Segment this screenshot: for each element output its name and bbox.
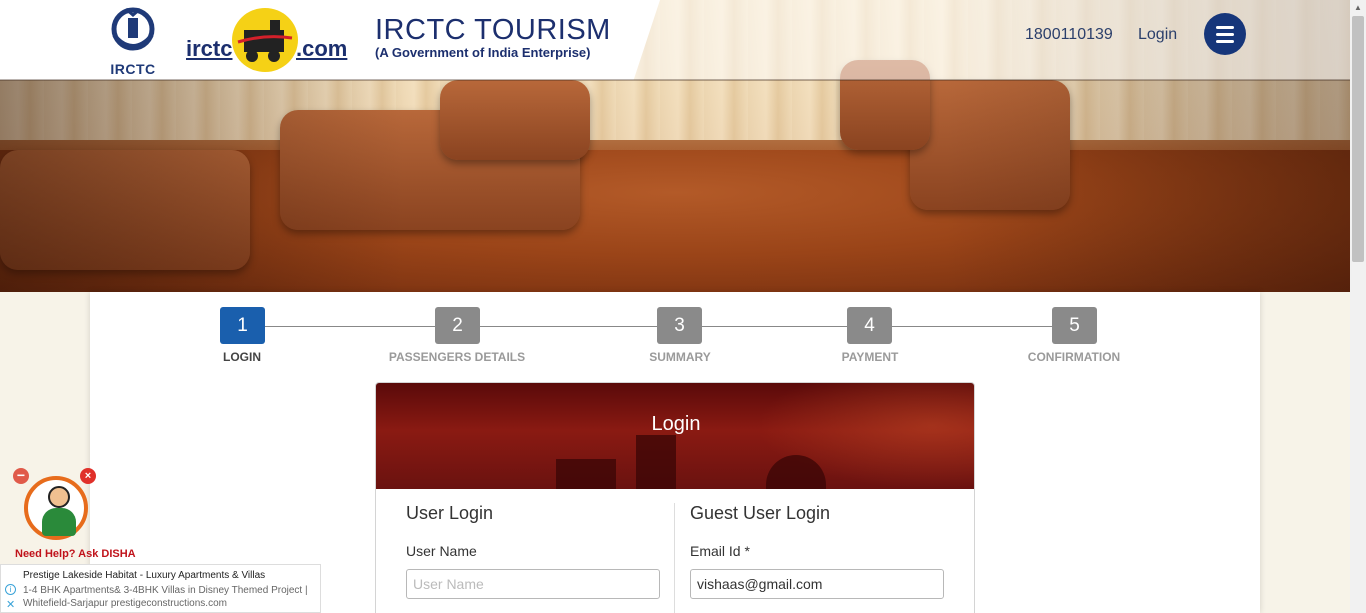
- disha-body-icon: [42, 508, 76, 536]
- fort-silhouette: [556, 459, 616, 489]
- ad-close-icon[interactable]: ✕: [6, 598, 15, 611]
- login-column-divider: [674, 503, 675, 613]
- irctc-logo[interactable]: IRCTC: [104, 5, 162, 77]
- disha-caption[interactable]: Need Help? Ask DISHA: [15, 548, 136, 560]
- tourism-logo-left: irctc: [186, 36, 233, 61]
- hamburger-menu-icon[interactable]: [1204, 13, 1246, 55]
- disha-minimize-icon[interactable]: −: [13, 468, 29, 484]
- ad-info-icon[interactable]: i: [5, 584, 16, 595]
- site-header: IRCTC irctc .com IRCTC TOURISM (A Govern…: [0, 0, 1350, 81]
- menu-bar: [1216, 26, 1234, 29]
- step-1-login: 1: [220, 307, 265, 344]
- username-input[interactable]: [406, 569, 660, 599]
- step-label-login: LOGIN: [223, 350, 261, 364]
- login-card-header: Login: [376, 383, 974, 489]
- step-5-confirmation: 5: [1052, 307, 1097, 344]
- step-4-payment: 4: [847, 307, 892, 344]
- ad-description-line2: Whitefield-Sarjapur prestigeconstruction…: [23, 598, 227, 609]
- disha-close-icon[interactable]: ×: [80, 468, 96, 484]
- disha-chat-widget[interactable]: − × Need Help? Ask DISHA: [10, 466, 140, 562]
- ad-description-line1: 1-4 BHK Apartments& 3-4BHK Villas in Dis…: [23, 585, 308, 596]
- header-divider: [0, 79, 1350, 81]
- header-login-link[interactable]: Login: [1138, 26, 1177, 44]
- ad-title[interactable]: Prestige Lakeside Habitat - Luxury Apart…: [23, 570, 265, 581]
- disha-avatar[interactable]: [24, 476, 88, 540]
- irctc-logo-text: IRCTC: [110, 61, 156, 77]
- step-label-summary: SUMMARY: [649, 350, 711, 364]
- guest-email-input[interactable]: [690, 569, 944, 599]
- train-logo-icon: [232, 8, 298, 72]
- login-card-title: Login: [651, 413, 701, 435]
- disha-face-icon: [48, 486, 70, 508]
- login-card: Login User Login User Name Guest User Lo…: [375, 382, 975, 613]
- advertisement-banner[interactable]: i ✕ Prestige Lakeside Habitat - Luxury A…: [0, 564, 321, 613]
- tourism-logo-right: .com: [296, 36, 348, 61]
- email-label: Email Id *: [690, 543, 750, 559]
- irctc-tourism-logo[interactable]: irctc .com: [186, 8, 356, 74]
- step-label-passengers: PASSENGERS DETAILS: [388, 350, 526, 364]
- scroll-up-arrow-icon[interactable]: ▲: [1350, 0, 1366, 16]
- step-label-confirmation: CONFIRMATION: [1027, 350, 1121, 364]
- brand-title-block: IRCTC TOURISM (A Government of India Ent…: [375, 14, 611, 60]
- menu-bar: [1216, 33, 1234, 36]
- step-label-payment: PAYMENT: [841, 350, 899, 364]
- step-3-summary: 3: [657, 307, 702, 344]
- guest-login-title: Guest User Login: [690, 503, 831, 523]
- helpline-phone-link[interactable]: 1800110139: [1025, 26, 1113, 44]
- irctc-emblem-icon: [111, 7, 155, 51]
- fort-silhouette: [636, 435, 676, 489]
- step-2-passengers: 2: [435, 307, 480, 344]
- scrollbar-thumb[interactable]: [1352, 16, 1364, 262]
- user-login-title: User Login: [406, 503, 494, 523]
- brand-title: IRCTC TOURISM: [375, 14, 611, 46]
- brand-subtitle: (A Government of India Enterprise): [375, 45, 591, 60]
- menu-bar: [1216, 40, 1234, 43]
- username-label: User Name: [406, 543, 477, 559]
